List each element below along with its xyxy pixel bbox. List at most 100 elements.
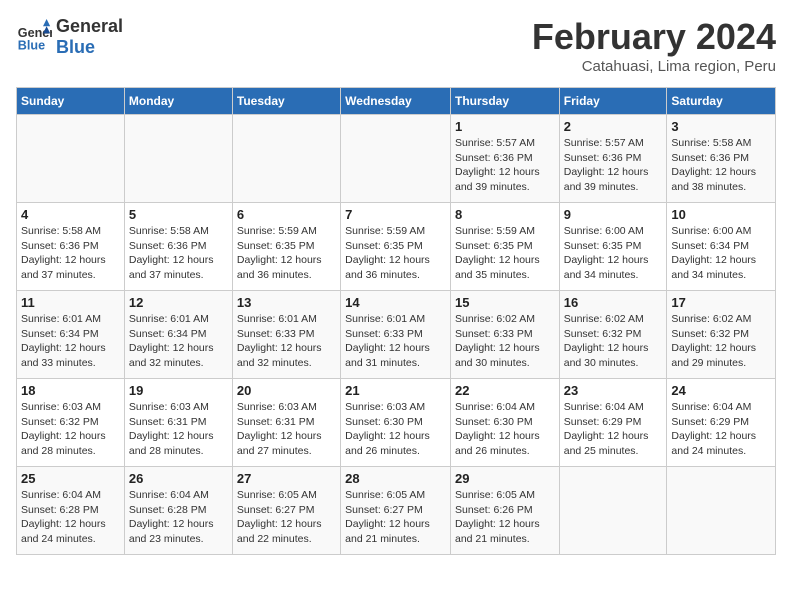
day-number: 22 bbox=[455, 383, 555, 398]
calendar-week-row: 11Sunrise: 6:01 AMSunset: 6:34 PMDayligh… bbox=[17, 291, 776, 379]
calendar-cell: 5 Sunrise: 5:58 AMSunset: 6:36 PMDaylight… bbox=[124, 203, 232, 291]
day-number: 10 bbox=[671, 207, 771, 222]
day-header-tuesday: Tuesday bbox=[232, 88, 340, 115]
calendar-cell bbox=[341, 115, 451, 203]
calendar-cell: 9 Sunrise: 6:00 AMSunset: 6:35 PMDaylight… bbox=[559, 203, 667, 291]
calendar-cell: 24 Sunrise: 6:04 AMSunset: 6:29 PMDayligh… bbox=[667, 379, 776, 467]
day-header-saturday: Saturday bbox=[667, 88, 776, 115]
calendar-cell: 13Sunrise: 6:01 AMSunset: 6:33 PMDayligh… bbox=[232, 291, 340, 379]
logo: General Blue General Blue bbox=[16, 16, 123, 58]
logo-line2: Blue bbox=[56, 37, 123, 58]
day-info: Sunrise: 6:02 AMSunset: 6:33 PMDaylight:… bbox=[455, 312, 555, 371]
day-info: Sunrise: 6:05 AMSunset: 6:27 PMDaylight:… bbox=[237, 488, 336, 547]
calendar-cell bbox=[17, 115, 125, 203]
day-number: 26 bbox=[129, 471, 228, 486]
day-number: 15 bbox=[455, 295, 555, 310]
calendar-cell: 15 Sunrise: 6:02 AMSunset: 6:33 PMDayligh… bbox=[450, 291, 559, 379]
calendar-cell: 16 Sunrise: 6:02 AMSunset: 6:32 PMDayligh… bbox=[559, 291, 667, 379]
day-info: Sunrise: 6:04 AMSunset: 6:29 PMDaylight:… bbox=[564, 400, 663, 459]
month-title: February 2024 bbox=[532, 16, 776, 58]
calendar-cell: 23Sunrise: 6:04 AMSunset: 6:29 PMDayligh… bbox=[559, 379, 667, 467]
day-info: Sunrise: 5:58 AMSunset: 6:36 PMDaylight:… bbox=[21, 224, 120, 283]
calendar-cell: 14Sunrise: 6:01 AMSunset: 6:33 PMDayligh… bbox=[341, 291, 451, 379]
day-info: Sunrise: 5:58 AMSunset: 6:36 PMDaylight:… bbox=[671, 136, 771, 195]
day-info: Sunrise: 6:04 AMSunset: 6:28 PMDaylight:… bbox=[129, 488, 228, 547]
day-info: Sunrise: 6:02 AMSunset: 6:32 PMDaylight:… bbox=[564, 312, 663, 371]
day-header-monday: Monday bbox=[124, 88, 232, 115]
calendar-cell: 21 Sunrise: 6:03 AMSunset: 6:30 PMDayligh… bbox=[341, 379, 451, 467]
day-info: Sunrise: 6:03 AMSunset: 6:31 PMDaylight:… bbox=[129, 400, 228, 459]
day-header-thursday: Thursday bbox=[450, 88, 559, 115]
day-number: 16 bbox=[564, 295, 663, 310]
day-number: 7 bbox=[345, 207, 446, 222]
day-info: Sunrise: 6:01 AMSunset: 6:33 PMDaylight:… bbox=[345, 312, 446, 371]
logo-icon: General Blue bbox=[16, 19, 52, 55]
day-info: Sunrise: 6:05 AMSunset: 6:26 PMDaylight:… bbox=[455, 488, 555, 547]
day-info: Sunrise: 5:59 AMSunset: 6:35 PMDaylight:… bbox=[237, 224, 336, 283]
day-header-wednesday: Wednesday bbox=[341, 88, 451, 115]
day-info: Sunrise: 5:57 AMSunset: 6:36 PMDaylight:… bbox=[564, 136, 663, 195]
day-number: 19 bbox=[129, 383, 228, 398]
calendar-cell: 1 Sunrise: 5:57 AMSunset: 6:36 PMDaylight… bbox=[450, 115, 559, 203]
day-header-friday: Friday bbox=[559, 88, 667, 115]
day-number: 5 bbox=[129, 207, 228, 222]
day-header-sunday: Sunday bbox=[17, 88, 125, 115]
calendar-cell: 27 Sunrise: 6:05 AMSunset: 6:27 PMDayligh… bbox=[232, 467, 340, 555]
calendar-cell: 6 Sunrise: 5:59 AMSunset: 6:35 PMDaylight… bbox=[232, 203, 340, 291]
day-info: Sunrise: 6:01 AMSunset: 6:34 PMDaylight:… bbox=[129, 312, 228, 371]
day-number: 3 bbox=[671, 119, 771, 134]
calendar-header-row: SundayMondayTuesdayWednesdayThursdayFrid… bbox=[17, 88, 776, 115]
day-info: Sunrise: 6:01 AMSunset: 6:33 PMDaylight:… bbox=[237, 312, 336, 371]
calendar-week-row: 4Sunrise: 5:58 AMSunset: 6:36 PMDaylight… bbox=[17, 203, 776, 291]
page-header: General Blue General Blue February 2024 … bbox=[16, 16, 776, 75]
day-info: Sunrise: 5:59 AMSunset: 6:35 PMDaylight:… bbox=[455, 224, 555, 283]
day-number: 21 bbox=[345, 383, 446, 398]
day-number: 8 bbox=[455, 207, 555, 222]
calendar-cell: 26 Sunrise: 6:04 AMSunset: 6:28 PMDayligh… bbox=[124, 467, 232, 555]
calendar-table: SundayMondayTuesdayWednesdayThursdayFrid… bbox=[16, 87, 776, 555]
calendar-cell: 25 Sunrise: 6:04 AMSunset: 6:28 PMDayligh… bbox=[17, 467, 125, 555]
calendar-cell bbox=[232, 115, 340, 203]
day-info: Sunrise: 6:00 AMSunset: 6:35 PMDaylight:… bbox=[564, 224, 663, 283]
day-info: Sunrise: 6:00 AMSunset: 6:34 PMDaylight:… bbox=[671, 224, 771, 283]
title-block: February 2024 Catahuasi, Lima region, Pe… bbox=[532, 16, 776, 75]
day-number: 1 bbox=[455, 119, 555, 134]
calendar-cell: 20Sunrise: 6:03 AMSunset: 6:31 PMDayligh… bbox=[232, 379, 340, 467]
day-info: Sunrise: 5:57 AMSunset: 6:36 PMDaylight:… bbox=[455, 136, 555, 195]
day-info: Sunrise: 6:04 AMSunset: 6:29 PMDaylight:… bbox=[671, 400, 771, 459]
day-number: 18 bbox=[21, 383, 120, 398]
calendar-week-row: 1 Sunrise: 5:57 AMSunset: 6:36 PMDaylight… bbox=[17, 115, 776, 203]
day-number: 25 bbox=[21, 471, 120, 486]
day-number: 9 bbox=[564, 207, 663, 222]
day-info: Sunrise: 6:05 AMSunset: 6:27 PMDaylight:… bbox=[345, 488, 446, 547]
calendar-week-row: 18Sunrise: 6:03 AMSunset: 6:32 PMDayligh… bbox=[17, 379, 776, 467]
day-info: Sunrise: 6:04 AMSunset: 6:28 PMDaylight:… bbox=[21, 488, 120, 547]
calendar-cell: 29 Sunrise: 6:05 AMSunset: 6:26 PMDayligh… bbox=[450, 467, 559, 555]
logo-line1: General bbox=[56, 16, 123, 37]
day-number: 12 bbox=[129, 295, 228, 310]
day-info: Sunrise: 5:59 AMSunset: 6:35 PMDaylight:… bbox=[345, 224, 446, 283]
day-info: Sunrise: 6:04 AMSunset: 6:30 PMDaylight:… bbox=[455, 400, 555, 459]
calendar-cell: 12 Sunrise: 6:01 AMSunset: 6:34 PMDayligh… bbox=[124, 291, 232, 379]
day-info: Sunrise: 6:03 AMSunset: 6:30 PMDaylight:… bbox=[345, 400, 446, 459]
day-number: 27 bbox=[237, 471, 336, 486]
day-number: 6 bbox=[237, 207, 336, 222]
day-number: 20 bbox=[237, 383, 336, 398]
svg-text:Blue: Blue bbox=[18, 39, 45, 53]
calendar-cell: 2 Sunrise: 5:57 AMSunset: 6:36 PMDaylight… bbox=[559, 115, 667, 203]
calendar-cell: 8 Sunrise: 5:59 AMSunset: 6:35 PMDaylight… bbox=[450, 203, 559, 291]
calendar-cell bbox=[667, 467, 776, 555]
day-info: Sunrise: 5:58 AMSunset: 6:36 PMDaylight:… bbox=[129, 224, 228, 283]
calendar-cell: 19 Sunrise: 6:03 AMSunset: 6:31 PMDayligh… bbox=[124, 379, 232, 467]
calendar-cell bbox=[124, 115, 232, 203]
day-info: Sunrise: 6:01 AMSunset: 6:34 PMDaylight:… bbox=[21, 312, 120, 371]
calendar-cell: 17Sunrise: 6:02 AMSunset: 6:32 PMDayligh… bbox=[667, 291, 776, 379]
day-number: 28 bbox=[345, 471, 446, 486]
calendar-cell: 4Sunrise: 5:58 AMSunset: 6:36 PMDaylight… bbox=[17, 203, 125, 291]
day-number: 24 bbox=[671, 383, 771, 398]
day-number: 2 bbox=[564, 119, 663, 134]
calendar-cell: 3 Sunrise: 5:58 AMSunset: 6:36 PMDaylight… bbox=[667, 115, 776, 203]
day-number: 29 bbox=[455, 471, 555, 486]
day-info: Sunrise: 6:02 AMSunset: 6:32 PMDaylight:… bbox=[671, 312, 771, 371]
calendar-cell: 7 Sunrise: 5:59 AMSunset: 6:35 PMDaylight… bbox=[341, 203, 451, 291]
